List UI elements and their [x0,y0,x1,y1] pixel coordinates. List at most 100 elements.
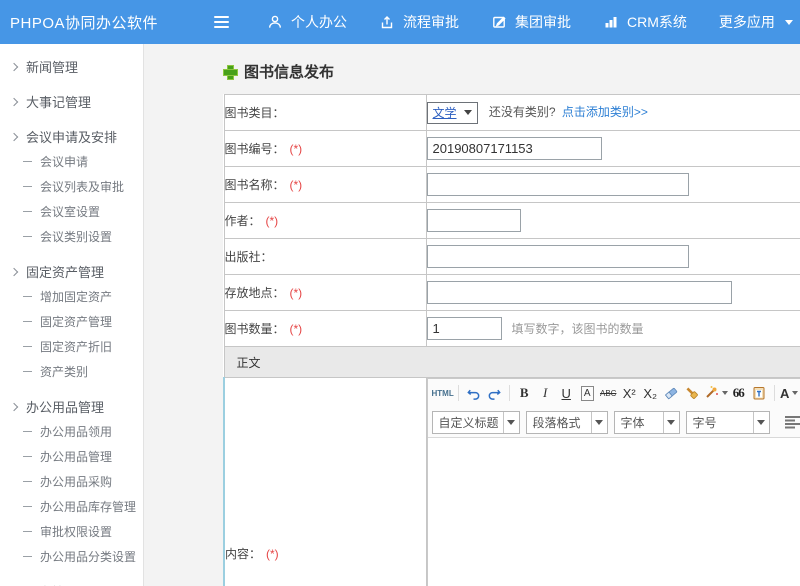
top-nav: 个人办公 流程审批 集团审批 CRM系统 [251,0,800,44]
quantity-input-cell: 填写数字，该图书的数量 [426,311,800,347]
required-mark: (*) [290,286,303,300]
sidebar-item-label: 资产类别 [40,363,88,380]
location-input[interactable] [427,281,732,304]
required-mark: (*) [290,322,303,336]
sidebar-item-news[interactable]: 新闻管理 [0,54,143,79]
sidebar-subitem-meeting-room[interactable]: 会议室设置 [0,199,143,224]
sidebar-subitem-supplies-inventory[interactable]: 办公用品库存管理 [0,494,143,519]
font-size-dropdown[interactable]: 字号 [686,411,770,434]
content-editor-cell: HTML [426,378,800,586]
sidebar-group-assets: 固定资产管理 增加固定资产 固定资产管理 固定资产折旧 资产类别 [0,259,143,384]
sidebar-subitem-supplies-purchase[interactable]: 办公用品采购 [0,469,143,494]
caret-down-icon [785,20,793,25]
sidebar: 新闻管理 大事记管理 会议申请及安排 会议申请 会议列表及审批 会议室设置 会议… [0,44,144,586]
caret-down-icon [503,412,519,433]
sidebar-subitem-asset-manage[interactable]: 固定资产管理 [0,309,143,334]
sidebar-item-label: 办公用品库存管理 [40,498,136,515]
name-input-cell [426,167,800,203]
toolbar-separator [458,385,459,401]
italic-button[interactable]: I [535,383,556,404]
sidebar-item-assets[interactable]: 固定资产管理 [0,259,143,284]
font-family-dropdown[interactable]: 字体 [614,411,680,434]
subscript-button[interactable]: X₂ [640,383,661,404]
location-label-cell: 存放地点：(*) [224,275,426,311]
superscript-button[interactable]: X² [619,383,640,404]
book-code-input[interactable] [427,137,602,160]
sidebar-item-label: 办公用品领用 [40,423,112,440]
font-style-button[interactable]: A [577,383,598,404]
sidebar-item-label: 图书管理 [26,582,78,586]
dash-icon [23,321,32,322]
author-input[interactable] [427,209,521,232]
sidebar-item-meeting[interactable]: 会议申请及安排 [0,124,143,149]
workflow-approval-icon [379,14,395,30]
caret-down-icon [792,391,798,395]
sidebar-item-events[interactable]: 大事记管理 [0,89,143,114]
nav-label: CRM系统 [627,12,687,32]
quantity-input[interactable] [427,317,502,340]
sidebar-item-books[interactable]: 图书管理 [0,579,143,586]
sidebar-subitem-asset-depreciation[interactable]: 固定资产折旧 [0,334,143,359]
sidebar-item-label: 办公用品管理 [40,448,112,465]
required-mark: (*) [290,142,303,156]
source-code-button[interactable]: HTML [432,383,454,404]
strikethrough-button[interactable]: ABC [598,383,619,404]
nav-group-approval[interactable]: 集团审批 [475,0,587,44]
publisher-input[interactable] [427,245,689,268]
editor-content-area[interactable] [428,438,800,586]
custom-heading-dropdown[interactable]: 自定义标题 [432,411,520,434]
sidebar-item-supplies[interactable]: 办公用品管理 [0,394,143,419]
page-title: 图书信息发布 [223,61,800,82]
eraser-button[interactable] [661,383,682,404]
sidebar-subitem-asset-category[interactable]: 资产类别 [0,359,143,384]
wand-icon [703,385,719,401]
add-category-link[interactable]: 点击添加类别>> [562,105,648,119]
font-color-button[interactable]: A [779,383,800,404]
blockquote-button[interactable]: 66 [728,383,749,404]
sidebar-subitem-supplies-claim[interactable]: 办公用品领用 [0,419,143,444]
group-approval-icon [491,14,507,30]
font-color-icon: A [780,386,789,401]
chevron-right-icon [10,267,18,275]
sidebar-item-label: 会议申请及安排 [26,127,117,146]
dropdown-label: 字号 [687,414,753,431]
nav-more-apps[interactable]: 更多应用 [703,0,800,44]
nav-label: 更多应用 [719,12,775,32]
font-box-icon: A [581,386,594,401]
menu-toggle-icon[interactable] [210,12,233,32]
format-brush-button[interactable] [682,383,703,404]
toolbar-separator [774,385,775,401]
paragraph-format-dropdown[interactable]: 段落格式 [526,411,608,434]
author-input-cell [426,203,800,239]
sidebar-subitem-supplies-category[interactable]: 办公用品分类设置 [0,544,143,569]
alignment-buttons [784,412,800,433]
sidebar-item-label: 固定资产管理 [40,313,112,330]
sidebar-subitem-meeting-list[interactable]: 会议列表及审批 [0,174,143,199]
paste-text-button[interactable] [749,383,770,404]
redo-button[interactable] [484,383,505,404]
align-left-button[interactable] [784,412,800,433]
top-bar: PHPOA协同办公软件 个人办公 流程审批 [0,0,800,44]
nav-label: 流程审批 [403,12,459,32]
nav-workflow-approval[interactable]: 流程审批 [363,0,475,44]
bold-button[interactable]: B [514,383,535,404]
book-name-input[interactable] [427,173,689,196]
dash-icon [23,431,32,432]
sidebar-subitem-approval-permission[interactable]: 审批权限设置 [0,519,143,544]
sidebar-subitem-supplies-manage[interactable]: 办公用品管理 [0,444,143,469]
nav-personal-office[interactable]: 个人办公 [251,0,363,44]
sidebar-subitem-meeting-apply[interactable]: 会议申请 [0,149,143,174]
sidebar-subitem-asset-add[interactable]: 增加固定资产 [0,284,143,309]
nav-label: 个人办公 [291,12,347,32]
sidebar-subitem-meeting-category[interactable]: 会议类别设置 [0,224,143,249]
magic-wand-button[interactable] [703,383,728,404]
field-label: 图书编号： [225,142,285,156]
undo-button[interactable] [463,383,484,404]
underline-button[interactable]: U [556,383,577,404]
chevron-right-icon [10,62,18,70]
category-select[interactable]: 文学 [427,102,478,124]
code-input-cell [426,131,800,167]
nav-crm-system[interactable]: CRM系统 [587,0,703,44]
sidebar-group-supplies: 办公用品管理 办公用品领用 办公用品管理 办公用品采购 办公用品库存管理 审批权… [0,394,143,569]
field-label: 出版社： [225,250,273,264]
